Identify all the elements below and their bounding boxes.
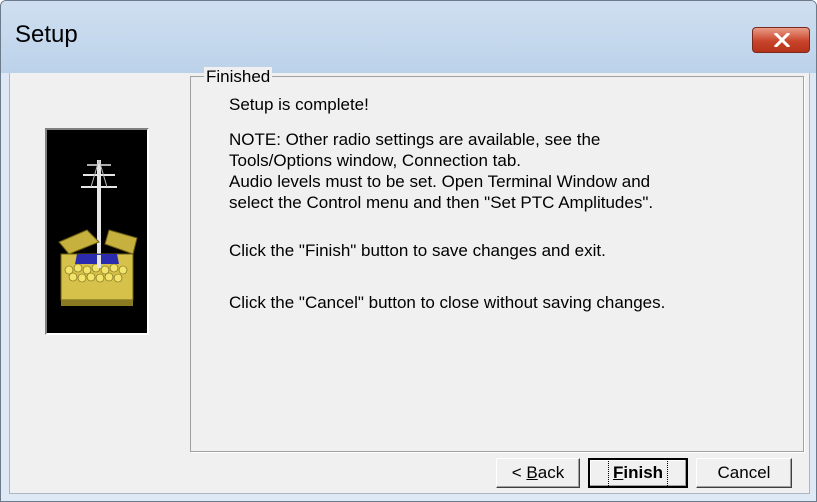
close-icon <box>774 33 790 47</box>
setup-dialog-window: Setup Finished Setup is complete! NOTE: … <box>0 0 817 502</box>
title-bar[interactable]: Setup <box>1 1 816 73</box>
groupbox-title: Finished <box>204 67 273 87</box>
setup-complete-text: Setup is complete! <box>229 95 369 114</box>
audio-levels-text-line-1: Audio levels must to be set. Open Termin… <box>229 172 651 191</box>
window-title: Setup <box>15 21 78 48</box>
button-bar: < Back Finish Cancel <box>10 451 809 493</box>
close-button[interactable] <box>752 27 810 53</box>
back-button-label: Back <box>526 463 565 482</box>
cancel-button[interactable]: Cancel <box>696 458 792 488</box>
dialog-client-area: Finished Setup is complete! NOTE: Other … <box>9 67 810 494</box>
back-button-prefix: < <box>511 463 527 482</box>
wizard-image <box>45 128 149 335</box>
note-text-line-1: NOTE: Other radio settings are available… <box>229 130 601 149</box>
finished-groupbox: Finished Setup is complete! NOTE: Other … <box>190 67 804 452</box>
finish-instruction-text: Click the "Finish" button to save change… <box>229 241 606 260</box>
finish-button[interactable]: Finish <box>588 458 688 488</box>
antenna-box-illustration <box>47 130 147 333</box>
cancel-button-label: Cancel <box>717 463 771 482</box>
cancel-instruction-text: Click the "Cancel" button to close witho… <box>229 293 666 312</box>
audio-levels-text-line-2: select the Control menu and then "Set PT… <box>229 193 654 212</box>
note-text-line-2: Tools/Options window, Connection tab. <box>229 151 522 170</box>
finish-button-label: Finish <box>607 458 669 488</box>
back-button[interactable]: < Back <box>496 458 580 488</box>
